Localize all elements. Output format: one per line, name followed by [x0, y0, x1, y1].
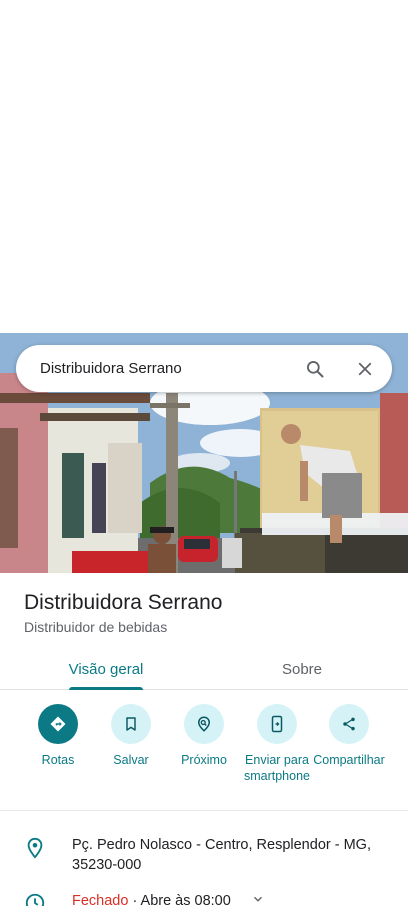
- nearby-icon: [184, 704, 224, 744]
- hours-text: Fechado · Abre às 08:00: [72, 892, 265, 906]
- place-category: Distribuidor de bebidas: [24, 619, 168, 635]
- tab-bar: Visão geral Sobre: [0, 649, 408, 690]
- action-bar: Rotas Salvar Próximo Enviar para smartph…: [0, 691, 408, 811]
- hours-detail: · Abre às 08:00: [128, 892, 231, 906]
- directions-button[interactable]: Rotas: [19, 704, 97, 768]
- nearby-label: Próximo: [181, 753, 227, 767]
- bookmark-icon: [111, 704, 151, 744]
- search-icon[interactable]: [304, 358, 326, 380]
- save-button[interactable]: Salvar: [92, 704, 170, 768]
- save-label: Salvar: [113, 753, 149, 767]
- send-to-phone-label: Enviar para smartphone: [243, 753, 310, 783]
- address-row[interactable]: Pç. Pedro Nolasco - Centro, Resplendor -…: [0, 835, 408, 879]
- share-button[interactable]: Compartilhar: [310, 704, 388, 768]
- close-icon[interactable]: [354, 358, 376, 380]
- clock-icon: [24, 892, 46, 906]
- send-to-phone-icon: [257, 704, 297, 744]
- hours-status: Fechado: [72, 892, 129, 906]
- location-pin-icon: [24, 837, 46, 859]
- search-bar[interactable]: Distribuidora Serrano: [16, 345, 392, 392]
- tab-about[interactable]: Sobre: [256, 649, 348, 689]
- share-icon: [329, 704, 369, 744]
- share-label: Compartilhar: [313, 753, 385, 767]
- address-text: Pç. Pedro Nolasco - Centro, Resplendor -…: [72, 837, 371, 873]
- place-title: Distribuidora Serrano: [24, 591, 223, 614]
- send-to-phone-button[interactable]: Enviar para smartphone: [238, 704, 316, 784]
- map-blank-area: [0, 0, 408, 333]
- hours-row[interactable]: Fechado · Abre às 08:00: [0, 892, 408, 906]
- directions-icon: [38, 704, 78, 744]
- directions-label: Rotas: [41, 753, 75, 767]
- nearby-button[interactable]: Próximo: [165, 704, 243, 768]
- chevron-down-icon[interactable]: [251, 892, 265, 906]
- tab-overview[interactable]: Visão geral: [60, 649, 152, 690]
- search-input[interactable]: Distribuidora Serrano: [40, 360, 304, 377]
- place-sheet: Distribuidora Serrano Distribuidor de be…: [0, 573, 408, 906]
